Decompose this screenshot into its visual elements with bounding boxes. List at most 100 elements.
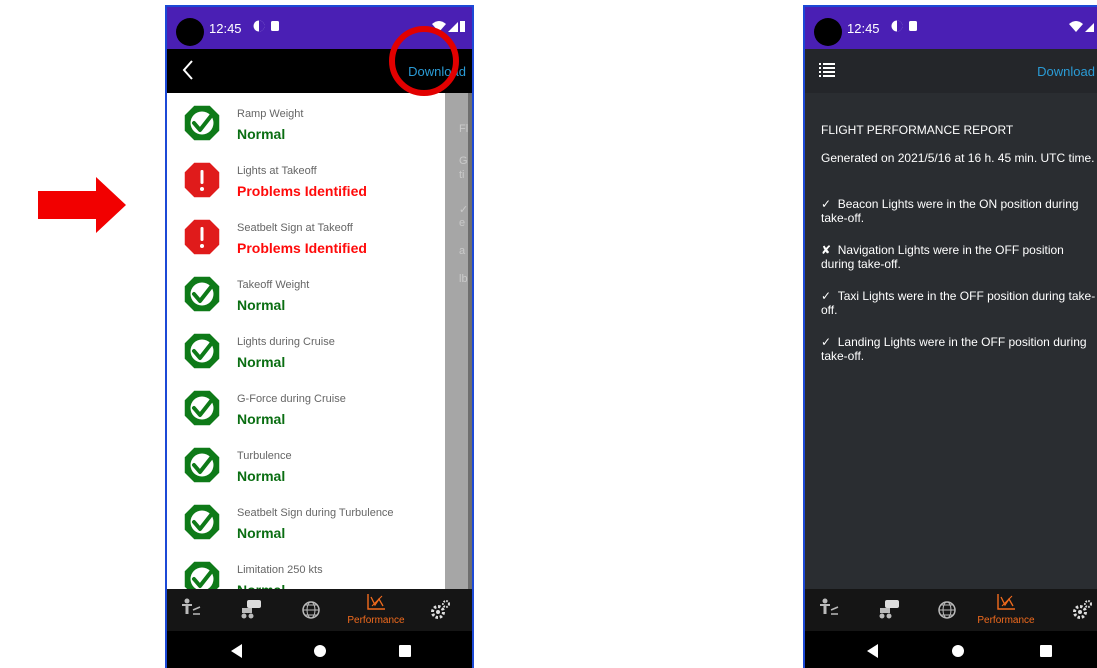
flight-performance-report: FLIGHT PERFORMANCE REPORT Generated on 2…: [805, 93, 1097, 589]
nav-recents-button[interactable]: [1026, 631, 1066, 668]
peek-text: e: [459, 217, 466, 229]
check-octagon-icon: [183, 332, 221, 370]
signal-battery-icons: [430, 20, 466, 37]
square-recents-icon: [1040, 645, 1052, 657]
check-status: Normal: [237, 582, 285, 589]
tab-loading[interactable]: [237, 589, 265, 631]
performance-chart-icon: [997, 594, 1015, 610]
gears-icon: [431, 600, 450, 619]
drawer-edge: [468, 93, 472, 589]
tab-performance[interactable]: Performance: [977, 589, 1035, 631]
alert-octagon-icon: [183, 161, 221, 199]
check-status: Problems Identified: [237, 240, 367, 256]
globe-icon: [302, 601, 320, 619]
peek-text: lb: [459, 273, 468, 285]
performance-check-list: Ramp Weight Normal Lights at Takeoff Proble…: [167, 93, 445, 589]
status-time: 12:45: [209, 21, 242, 36]
notification-icons: [891, 19, 921, 36]
nav-home-button[interactable]: [300, 631, 340, 668]
tab-cruise[interactable]: [935, 589, 959, 631]
nav-back-button[interactable]: [217, 631, 257, 668]
download-button[interactable]: Download: [1037, 64, 1095, 79]
check-octagon-icon: [183, 446, 221, 484]
app-bar: Download: [167, 49, 472, 93]
check-label: Limitation 250 kts: [237, 564, 323, 576]
check-row[interactable]: Limitation 250 kts Normal: [167, 552, 445, 589]
download-button[interactable]: Download: [408, 64, 466, 79]
check-row[interactable]: Seatbelt Sign at Takeoff Problems Identif…: [167, 210, 445, 267]
check-status: Normal: [237, 468, 286, 484]
square-recents-icon: [399, 645, 411, 657]
performance-chart-icon: [367, 594, 385, 610]
check-row[interactable]: Lights at Takeoff Problems Identified: [167, 153, 445, 210]
cargo-truck-icon: [241, 600, 261, 619]
background-content-peek: Fl G ti ✓ e a lb: [445, 93, 472, 589]
left-phone-screen: 12:45 Download Ramp Weight Normal Lights a…: [165, 5, 474, 668]
cross-mark-icon: ✘: [821, 243, 832, 257]
tab-settings[interactable]: [1069, 589, 1095, 631]
nav-home-button[interactable]: [938, 631, 978, 668]
camera-cutout: [814, 18, 842, 46]
peek-text: Fl: [459, 123, 469, 135]
android-nav-bar: [167, 631, 472, 668]
check-row[interactable]: Seatbelt Sign during Turbulence Normal: [167, 495, 445, 552]
report-line-text: Taxi Lights were in the OFF position dur…: [821, 289, 1096, 317]
red-arrow-icon: [38, 177, 126, 233]
report-title: FLIGHT PERFORMANCE REPORT: [821, 123, 1014, 137]
check-status: Normal: [237, 411, 286, 427]
report-line: ✓ Landing Lights were in the OFF positio…: [821, 335, 1097, 363]
tab-ramp[interactable]: [817, 589, 841, 631]
check-status: Normal: [237, 354, 286, 370]
right-phone-screen: 12:45 Download FLIGHT PERFORMANCE REPORT…: [803, 5, 1097, 668]
menu-list-icon[interactable]: [819, 63, 835, 82]
check-octagon-icon: [183, 275, 221, 313]
tab-cruise[interactable]: [299, 589, 323, 631]
check-octagon-icon: [183, 560, 221, 589]
signal-icons: [1067, 20, 1095, 37]
check-mark-icon: ✓: [821, 197, 832, 211]
check-row[interactable]: Takeoff Weight Normal: [167, 267, 445, 324]
gears-icon: [1073, 600, 1092, 619]
check-mark-icon: ✓: [821, 289, 832, 303]
check-status: Normal: [237, 525, 286, 541]
check-row[interactable]: Turbulence Normal: [167, 438, 445, 495]
check-row[interactable]: Ramp Weight Normal: [167, 96, 445, 153]
status-bar: 12:45: [167, 7, 472, 49]
report-line: ✓ Taxi Lights were in the OFF position d…: [821, 289, 1097, 317]
nav-recents-button[interactable]: [385, 631, 425, 668]
check-octagon-icon: [183, 104, 221, 142]
check-label: Lights during Cruise: [237, 336, 335, 348]
report-line-text: Beacon Lights were in the ON position du…: [821, 197, 1079, 225]
triangle-back-icon: [231, 644, 242, 658]
report-line: ✓ Beacon Lights were in the ON position …: [821, 197, 1097, 225]
peek-text: ✓: [459, 204, 469, 216]
check-mark-icon: ✓: [821, 335, 832, 349]
report-line-text: Landing Lights were in the OFF position …: [821, 335, 1087, 363]
check-row[interactable]: G-Force during Cruise Normal: [167, 381, 445, 438]
ramp-icon: [820, 598, 839, 615]
tab-settings[interactable]: [427, 589, 453, 631]
triangle-back-icon: [867, 644, 878, 658]
check-status: Problems Identified: [237, 183, 367, 199]
peek-text: G: [459, 155, 468, 167]
check-label: Seatbelt Sign during Turbulence: [237, 507, 394, 519]
camera-cutout: [176, 18, 204, 46]
check-label: Ramp Weight: [237, 108, 304, 120]
alert-octagon-icon: [183, 218, 221, 256]
peek-text: a: [459, 245, 466, 257]
peek-text: ti: [459, 169, 465, 181]
bottom-tab-bar: Performance: [167, 589, 472, 631]
tab-performance[interactable]: Performance: [347, 589, 405, 631]
report-line: ✘ Navigation Lights were in the OFF posi…: [821, 243, 1097, 271]
check-status: Normal: [237, 126, 286, 142]
status-time: 12:45: [847, 21, 880, 36]
android-nav-bar: [805, 631, 1097, 668]
check-row[interactable]: Lights during Cruise Normal: [167, 324, 445, 381]
tab-performance-label: Performance: [347, 615, 405, 626]
status-bar: 12:45: [805, 7, 1097, 49]
back-arrow-icon[interactable]: [181, 59, 195, 86]
tab-ramp[interactable]: [179, 589, 203, 631]
tab-loading[interactable]: [875, 589, 903, 631]
nav-back-button[interactable]: [853, 631, 893, 668]
check-octagon-icon: [183, 389, 221, 427]
